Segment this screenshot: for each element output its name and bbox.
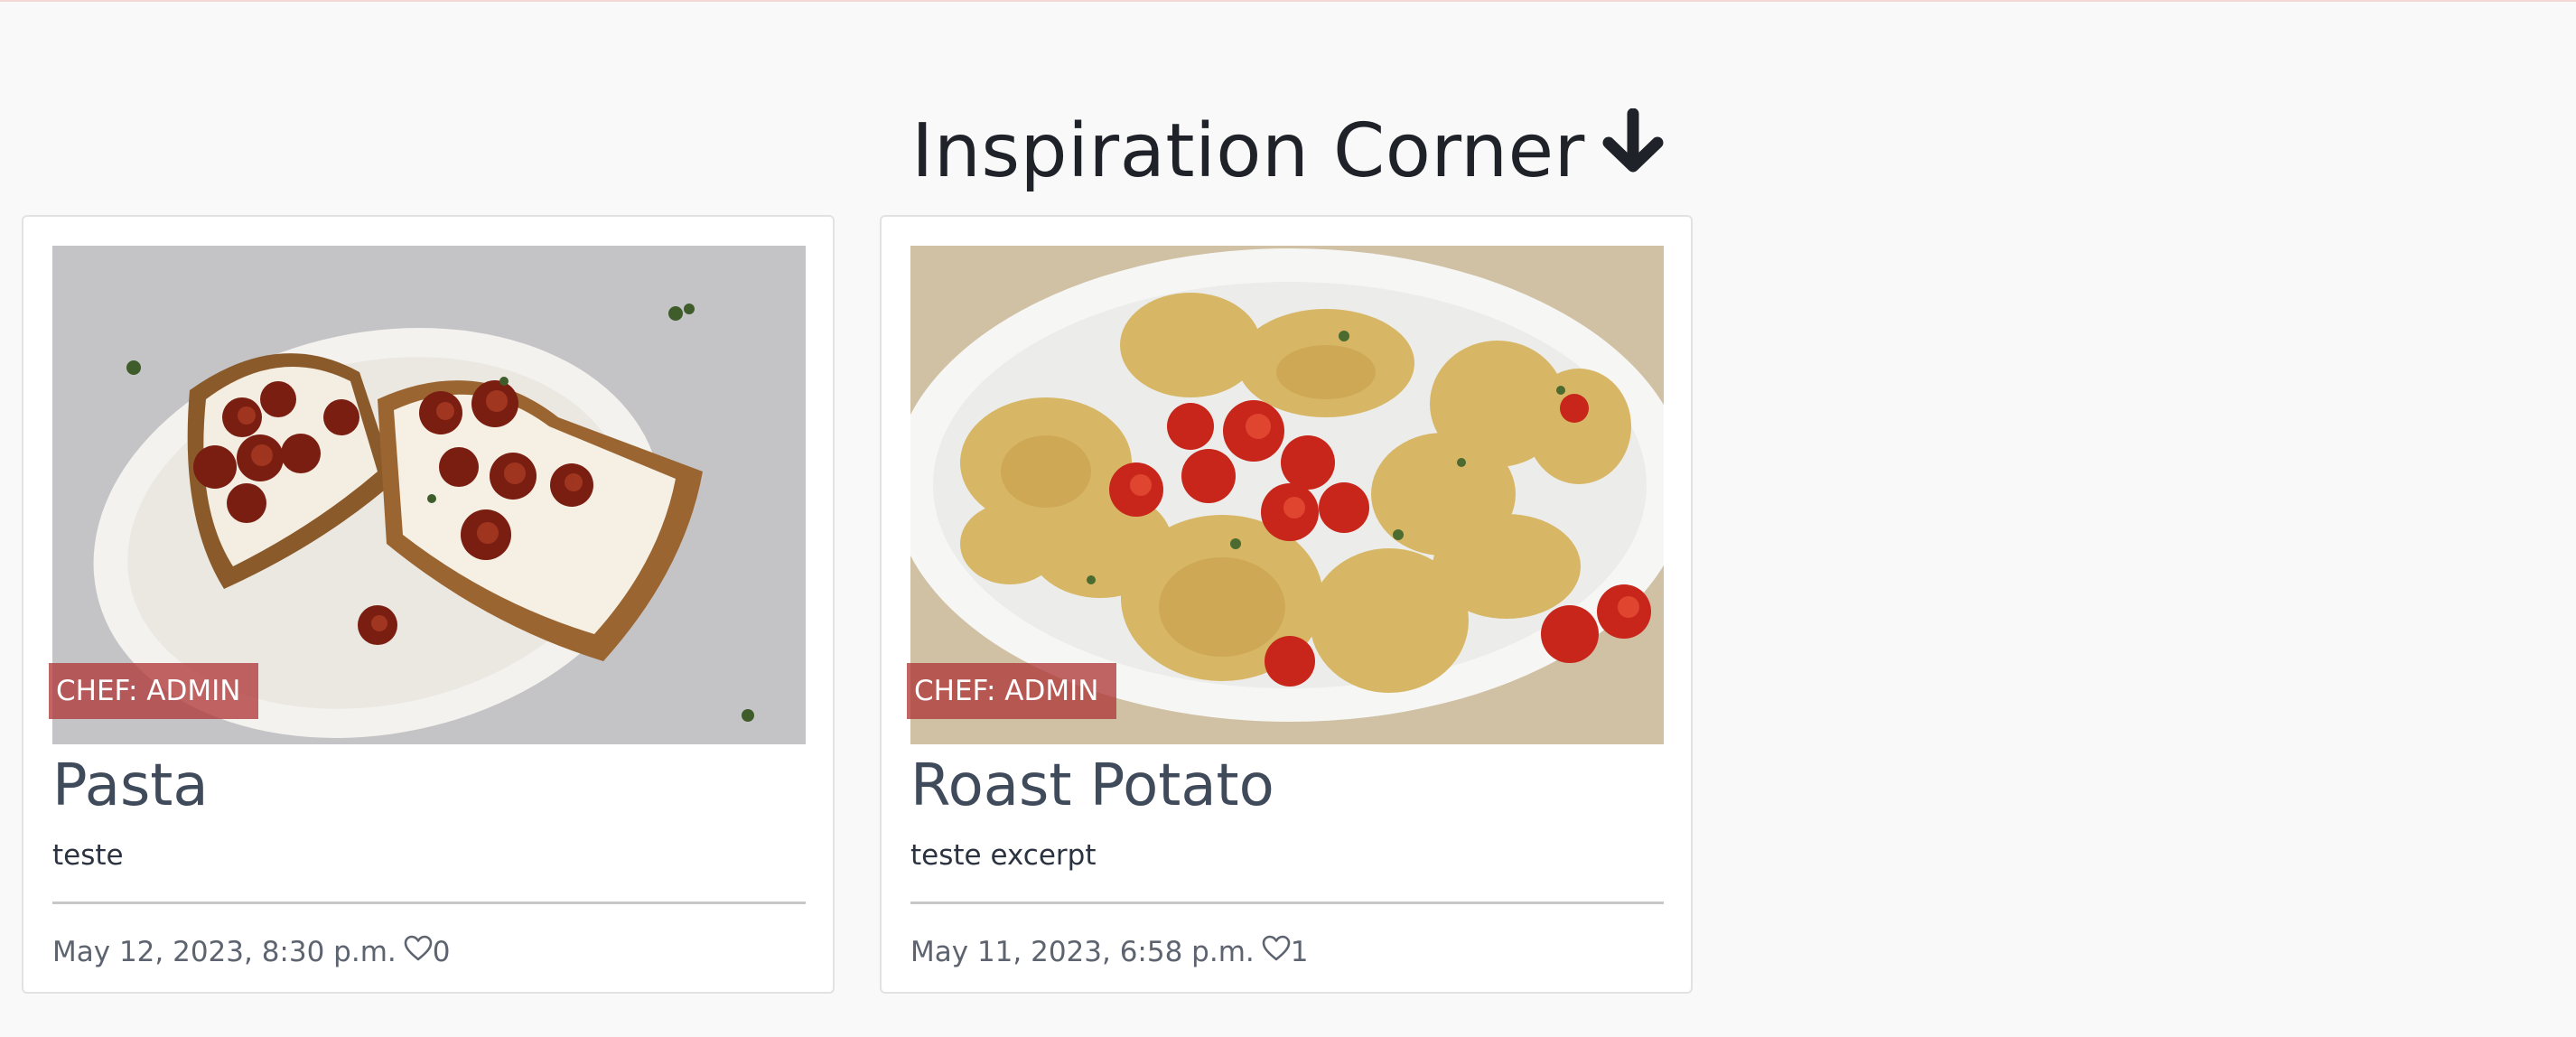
chef-badge: CHEF: ADMIN: [49, 663, 259, 719]
recipe-card[interactable]: CHEF: ADMIN Pasta teste May 12, 2023, 8:…: [22, 215, 835, 994]
recipe-title[interactable]: Roast Potato: [910, 739, 1274, 833]
page-heading: Inspiration Corner: [0, 102, 2576, 201]
heart-icon[interactable]: [1262, 930, 1291, 976]
recipe-meta: May 12, 2023, 8:30 p.m. 0: [52, 929, 450, 976]
recipe-date: May 12, 2023, 8:30 p.m.: [52, 936, 397, 968]
chef-badge: CHEF: ADMIN: [907, 663, 1117, 719]
page-heading-text: Inspiration Corner: [911, 107, 1585, 194]
card-divider: [910, 902, 1664, 904]
recipe-excerpt: teste excerpt: [910, 839, 1097, 872]
like-count: 0: [432, 936, 451, 968]
recipe-excerpt: teste: [52, 839, 124, 872]
recipe-date: May 11, 2023, 6:58 p.m.: [910, 936, 1255, 968]
top-border: [0, 0, 2576, 2]
arrow-down-icon: [1601, 101, 1665, 201]
recipe-meta: May 11, 2023, 6:58 p.m. 1: [910, 929, 1308, 976]
recipe-card[interactable]: CHEF: ADMIN Roast Potato teste excerpt M…: [880, 215, 1693, 994]
card-divider: [52, 902, 806, 904]
recipe-title[interactable]: Pasta: [52, 739, 209, 833]
heart-icon[interactable]: [404, 930, 433, 976]
like-count: 1: [1290, 936, 1309, 968]
